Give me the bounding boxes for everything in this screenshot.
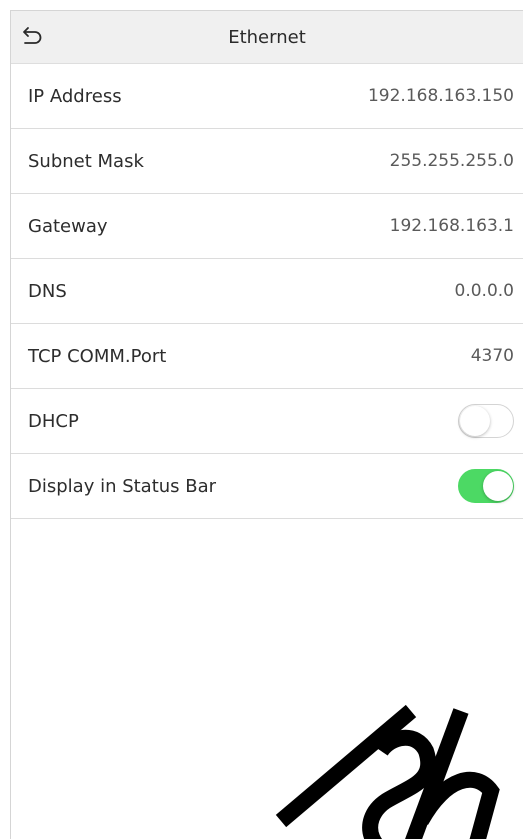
row-tcp-comm-port[interactable]: TCP COMM.Port 4370 <box>11 324 523 389</box>
row-value: 255.255.255.0 <box>389 151 514 171</box>
toggle-knob <box>482 470 513 501</box>
row-ip-address[interactable]: IP Address 192.168.163.150 <box>11 64 523 129</box>
header-bar: Ethernet <box>11 11 523 64</box>
display-in-status-bar-toggle[interactable] <box>458 469 514 503</box>
row-label: IP Address <box>28 85 122 107</box>
screen: Ethernet IP Address 192.168.163.150 Subn… <box>10 10 523 839</box>
row-dns[interactable]: DNS 0.0.0.0 <box>11 259 523 324</box>
row-subnet-mask[interactable]: Subnet Mask 255.255.255.0 <box>11 129 523 194</box>
row-value: 4370 <box>470 346 514 366</box>
back-arrow-icon <box>23 27 42 44</box>
row-label: Gateway <box>28 215 108 237</box>
row-label: Display in Status Bar <box>28 475 217 497</box>
back-button[interactable] <box>19 21 47 51</box>
row-value: 192.168.163.1 <box>389 216 514 236</box>
dhcp-toggle[interactable] <box>458 404 514 438</box>
row-gateway[interactable]: Gateway 192.168.163.1 <box>11 194 523 259</box>
row-label: DNS <box>28 280 67 302</box>
row-display-in-status-bar[interactable]: Display in Status Bar <box>11 454 523 519</box>
row-label: DHCP <box>28 410 79 432</box>
page-title: Ethernet <box>228 27 306 48</box>
row-label: TCP COMM.Port <box>28 345 167 367</box>
watermark <box>275 704 500 839</box>
toggle-knob <box>459 405 490 436</box>
row-value: 0.0.0.0 <box>454 281 514 301</box>
row-dhcp[interactable]: DHCP <box>11 389 523 454</box>
row-value: 192.168.163.150 <box>367 86 514 106</box>
settings-list: IP Address 192.168.163.150 Subnet Mask 2… <box>11 64 523 519</box>
row-label: Subnet Mask <box>28 150 144 172</box>
